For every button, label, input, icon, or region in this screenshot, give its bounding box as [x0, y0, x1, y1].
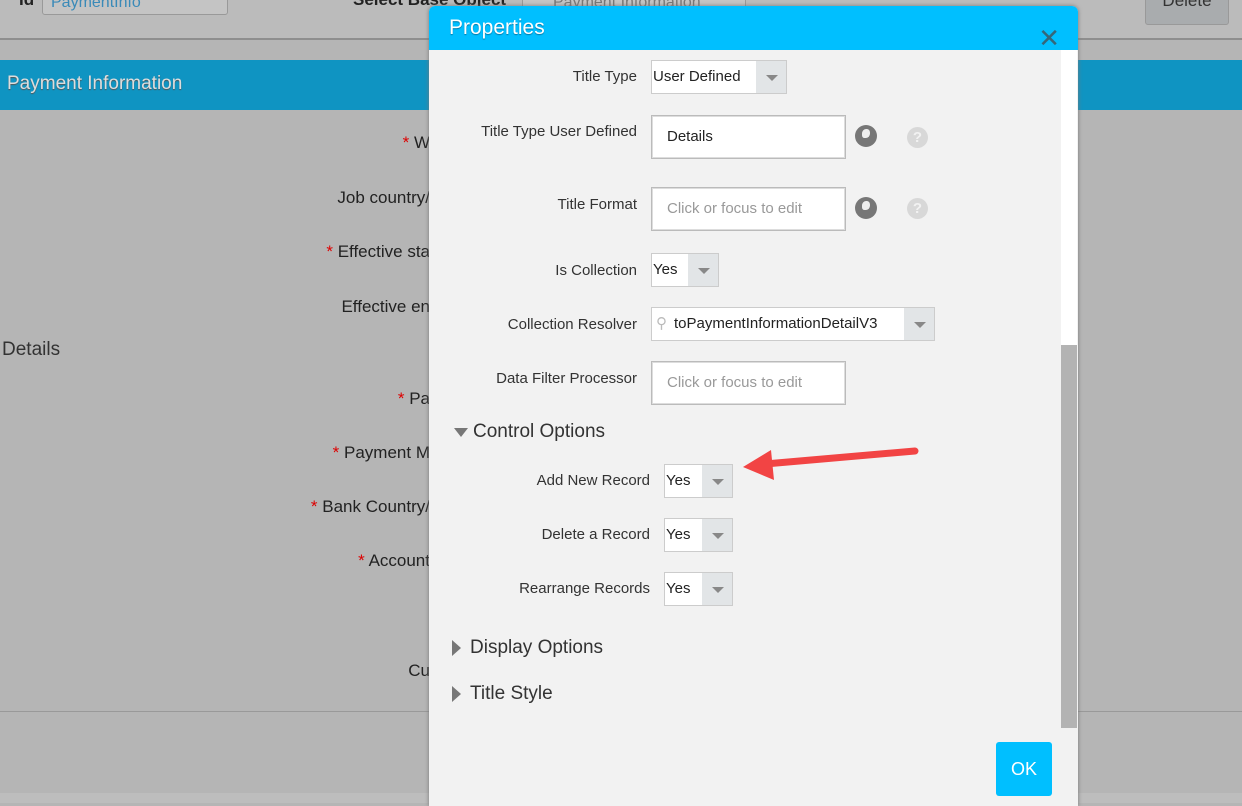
dialog-title: Properties — [449, 16, 545, 39]
title-type-value: User Defined — [653, 68, 741, 85]
title-type-label: Title Type — [572, 68, 637, 85]
globe-icon[interactable] — [855, 125, 877, 147]
title-style-label: Title Style — [470, 683, 553, 704]
title-style-toggle[interactable]: Title Style — [452, 683, 553, 705]
globe-icon[interactable] — [855, 197, 877, 219]
control-options-toggle[interactable]: Control Options — [454, 421, 605, 443]
close-icon[interactable]: ✕ — [1038, 25, 1060, 51]
field-label-text: Cu — [408, 661, 430, 680]
annotation-arrow — [743, 447, 919, 480]
dialog-header: Properties — [429, 6, 1078, 50]
properties-dialog: Properties ✕ Title Type User Defined Tit… — [429, 6, 1078, 806]
search-icon: ⚲ — [656, 315, 667, 332]
control-option-select[interactable]: Yes — [664, 518, 733, 552]
delete-button[interactable]: Delete — [1145, 0, 1229, 25]
form-field-label: * Account — [358, 551, 430, 571]
form-field-label: * Effective sta — [326, 242, 430, 262]
title-format-input[interactable]: Click or focus to edit — [651, 187, 846, 231]
form-field-label: * Bank Country/ — [311, 497, 430, 517]
collection-resolver-label: Collection Resolver — [507, 316, 637, 333]
data-filter-processor-input[interactable]: Click or focus to edit — [651, 361, 846, 405]
required-marker: * — [402, 133, 410, 152]
is-collection-label: Is Collection — [555, 262, 637, 279]
control-option-label: Delete a Record — [541, 526, 650, 543]
help-icon[interactable]: ? — [907, 127, 928, 148]
required-marker: * — [397, 389, 405, 408]
field-label-text: Payment M — [344, 443, 430, 462]
details-heading: Details — [2, 339, 61, 360]
is-collection-value: Yes — [653, 261, 678, 278]
is-collection-select[interactable]: Yes — [651, 253, 719, 287]
control-options-label: Control Options — [473, 421, 606, 442]
field-label-text: Job country/ — [337, 188, 430, 207]
field-label-text: Effective en — [341, 297, 430, 316]
chevron-down-icon — [904, 308, 934, 340]
form-field-label: Job country/ — [337, 188, 430, 208]
control-option-value: Yes — [666, 472, 691, 489]
ok-button[interactable]: OK — [996, 742, 1052, 796]
chevron-down-icon — [702, 519, 732, 551]
field-label-text: Account — [368, 551, 430, 570]
caret-down-icon — [454, 427, 468, 437]
form-field-label: * W — [403, 133, 430, 153]
control-option-select[interactable]: Yes — [664, 572, 733, 606]
form-field-label: Cu — [408, 661, 430, 681]
chevron-down-icon — [688, 254, 718, 286]
field-label-text: Effective sta — [337, 242, 430, 261]
collection-resolver-value: toPaymentInformationDetailV3 — [674, 315, 878, 332]
control-option-value: Yes — [666, 526, 691, 543]
caret-right-icon — [452, 640, 461, 656]
id-label: Id — [19, 0, 34, 10]
id-input[interactable]: PaymentInfo — [42, 0, 228, 15]
title-type-user-defined-input[interactable]: Details — [651, 115, 846, 159]
control-option-label: Rearrange Records — [519, 580, 650, 597]
form-field-label: * Payment M — [333, 443, 430, 463]
display-options-label: Display Options — [470, 637, 604, 658]
control-option-select[interactable]: Yes — [664, 464, 733, 498]
caret-right-icon — [452, 686, 461, 702]
field-label-text: Bank Country/ — [322, 497, 430, 516]
chevron-down-icon — [702, 573, 732, 605]
title-type-select[interactable]: User Defined — [651, 60, 787, 94]
scrollbar-thumb[interactable] — [1061, 345, 1077, 728]
field-label-text: Pa — [409, 389, 430, 408]
title-type-user-defined-label: Title Type User Defined — [481, 123, 637, 140]
chevron-down-icon — [702, 465, 732, 497]
chevron-down-icon — [756, 61, 786, 93]
control-option-label: Add New Record — [536, 472, 650, 489]
required-marker: * — [358, 551, 365, 570]
field-label-text: W — [413, 133, 430, 152]
help-icon[interactable]: ? — [907, 198, 928, 219]
required-marker: * — [310, 497, 318, 516]
title-format-label: Title Format — [557, 196, 637, 213]
form-field-label: Effective en — [341, 297, 430, 317]
data-filter-processor-label: Data Filter Processor — [496, 370, 637, 387]
control-option-value: Yes — [666, 580, 691, 597]
collection-resolver-select[interactable]: ⚲ toPaymentInformationDetailV3 — [651, 307, 935, 341]
section-title: Payment Information — [7, 73, 183, 94]
required-marker: * — [326, 242, 333, 261]
required-marker: * — [332, 443, 340, 462]
display-options-toggle[interactable]: Display Options — [452, 637, 603, 659]
form-field-label: * Pa — [398, 389, 430, 409]
